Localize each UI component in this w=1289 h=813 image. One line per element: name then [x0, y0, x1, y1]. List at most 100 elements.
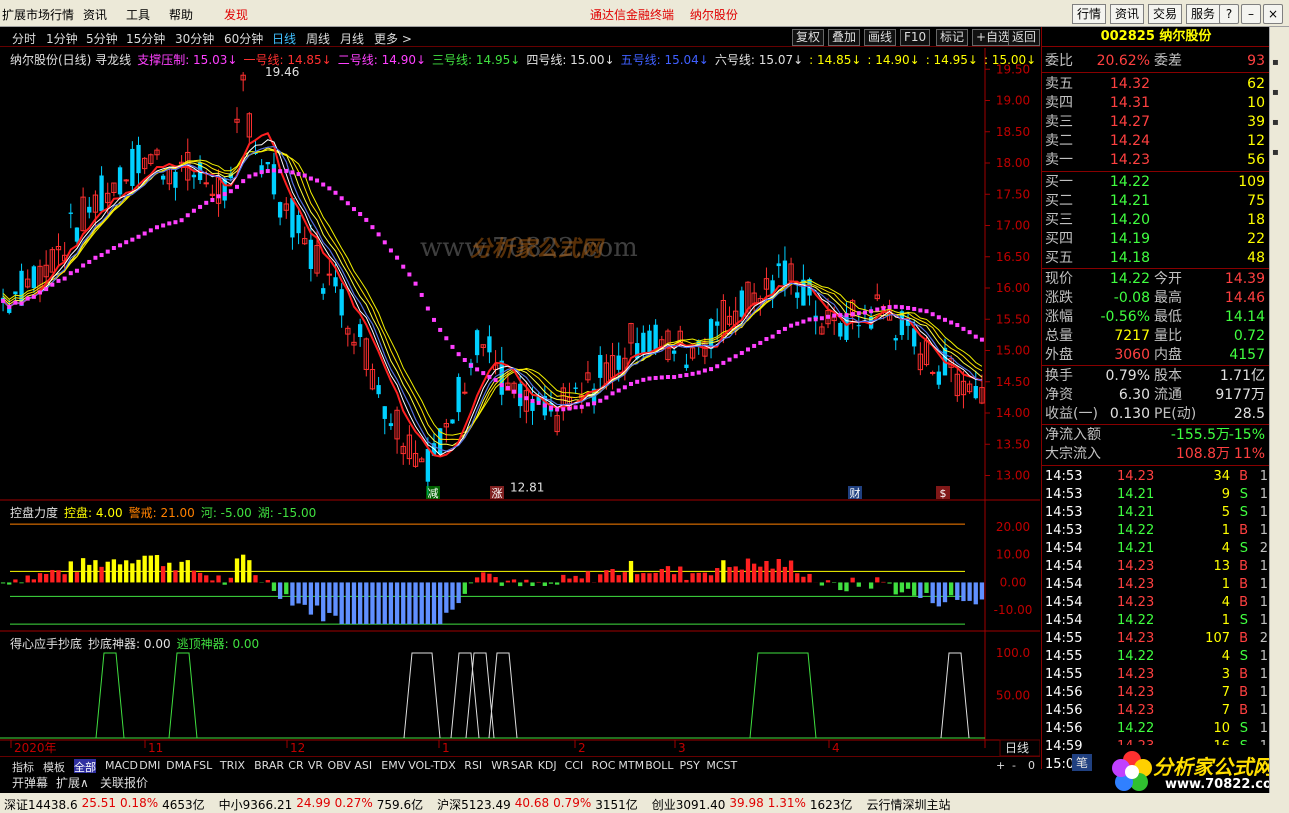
- sidebar-tab-icon[interactable]: ▪: [1272, 117, 1288, 128]
- indicator-tab[interactable]: EMV: [381, 759, 405, 772]
- support-dot: [672, 375, 677, 380]
- support-dot: [641, 377, 646, 382]
- sub1-bar: [13, 579, 18, 583]
- event-marker[interactable]: 涨: [492, 487, 503, 500]
- danmu-tab[interactable]: 开弹幕: [12, 774, 48, 791]
- indicator-tab[interactable]: CCI: [565, 759, 584, 772]
- indicator-tab[interactable]: SAR: [511, 759, 533, 772]
- support-dot: [68, 271, 73, 276]
- sub1-bar: [715, 568, 720, 583]
- indicator-tab[interactable]: BRAR: [254, 759, 284, 772]
- menu-help[interactable]: 帮助: [169, 6, 193, 23]
- sub1-bar: [899, 582, 905, 593]
- indicator-tab[interactable]: ASI: [354, 759, 372, 772]
- extend-tab[interactable]: 扩展∧: [56, 774, 89, 791]
- legend-entry: : 14.95↓: [925, 53, 978, 67]
- service-button[interactable]: 服务: [1186, 4, 1221, 24]
- period-monthly[interactable]: 月线: [340, 30, 364, 47]
- close-icon[interactable]: ×: [1263, 4, 1283, 24]
- help-icon[interactable]: ?: [1219, 4, 1239, 24]
- trade-button[interactable]: 交易: [1148, 4, 1183, 24]
- indicator-tab[interactable]: RSI: [464, 759, 482, 772]
- sub1-bar: [912, 582, 917, 596]
- candle-body: [598, 354, 603, 378]
- candle-body: [308, 239, 314, 269]
- sub1-bar: [241, 554, 246, 583]
- sub1-bar: [481, 572, 486, 583]
- period-timeshare[interactable]: 分时: [12, 30, 36, 47]
- x-axis-label: 2020年: [14, 741, 57, 755]
- minimize-icon[interactable]: –: [1241, 4, 1261, 24]
- candle-body: [382, 406, 387, 419]
- indicator-tab[interactable]: WR: [491, 759, 510, 772]
- candle-body: [838, 323, 843, 337]
- menu-tools[interactable]: 工具: [126, 6, 150, 23]
- support-dot: [370, 225, 375, 230]
- menu-discover[interactable]: 发现: [224, 6, 248, 23]
- indicator-tab[interactable]: VR: [308, 759, 323, 772]
- indicator-tab[interactable]: MACD: [105, 759, 138, 772]
- indicator-tab[interactable]: MTM: [618, 759, 644, 772]
- zoom-in-icon[interactable]: +: [996, 759, 1005, 772]
- period-15min[interactable]: 15分钟: [126, 30, 165, 47]
- event-marker[interactable]: 减: [428, 487, 439, 500]
- indicator-tab[interactable]: PSY: [680, 759, 700, 772]
- sub2-legend: 得心应手抄底 抄底神器: 0.00 逃顶神器: 0.00: [10, 635, 265, 652]
- sidebar-tab-icon[interactable]: ▪: [1272, 87, 1288, 98]
- related-quote-tab[interactable]: 关联报价: [100, 774, 148, 791]
- sub1-bar: [7, 582, 12, 585]
- support-dot: [13, 300, 18, 305]
- sub1-bar: [148, 555, 153, 583]
- sidebar-tab-icon[interactable]: ▪: [1272, 147, 1288, 158]
- back-button[interactable]: 返回: [1008, 29, 1040, 46]
- tick-row: 14:55 14.23 107 B 2: [1045, 631, 1268, 646]
- sub1-bar: [191, 570, 197, 583]
- candle-body: [357, 324, 363, 338]
- period-30min[interactable]: 30分钟: [175, 30, 214, 47]
- support-dot: [87, 259, 92, 264]
- indicator-tab[interactable]: ROC: [592, 759, 616, 772]
- indicator-tab[interactable]: MCST: [706, 759, 737, 772]
- stock-code-name: 002825 纳尔股份: [1042, 27, 1270, 47]
- indicator-tab[interactable]: DMA: [166, 759, 192, 772]
- zoom-out-icon[interactable]: -: [1012, 759, 1016, 772]
- period-5min[interactable]: 5分钟: [86, 30, 118, 47]
- period-more[interactable]: 更多 >: [374, 30, 412, 47]
- draw-button[interactable]: 画线: [864, 29, 897, 46]
- legend-entry: 逃顶神器: 0.00: [176, 637, 260, 651]
- indicator-tab[interactable]: CR: [288, 759, 303, 772]
- menu-market[interactable]: 扩展市场行情: [2, 6, 74, 23]
- sub1-bar: [136, 559, 141, 583]
- indicator-tab[interactable]: OBV: [328, 759, 351, 772]
- stroke-button[interactable]: 笔: [1072, 754, 1093, 771]
- overlay-button[interactable]: 叠加: [828, 29, 861, 46]
- support-dot: [702, 368, 707, 373]
- period-indicator[interactable]: 日线: [1005, 741, 1029, 755]
- restore-rights-button[interactable]: 复权: [792, 29, 825, 46]
- sidebar-tab-icon[interactable]: ▪: [1272, 57, 1288, 68]
- period-daily[interactable]: 日线: [272, 30, 296, 47]
- period-weekly[interactable]: 周线: [306, 30, 330, 47]
- mark-button[interactable]: 标记: [936, 29, 969, 46]
- indicator-tab[interactable]: VOL-TDX: [408, 759, 456, 772]
- menu-news[interactable]: 资讯: [83, 6, 107, 23]
- candle-body: [388, 423, 394, 427]
- period-1min[interactable]: 1分钟: [46, 30, 78, 47]
- chart-area[interactable]: 19.50 19.00 18.50 18.00 17.50 17.00 16.50 16.00…: [0, 48, 1040, 768]
- period-60min[interactable]: 60分钟: [224, 30, 263, 47]
- status-item: 1.31%: [767, 796, 806, 810]
- f10-button[interactable]: F10: [900, 29, 931, 46]
- indicator-tab[interactable]: DMI: [139, 759, 160, 772]
- y-tick-label: 18.50: [996, 125, 1030, 139]
- event-marker[interactable]: $: [940, 487, 947, 500]
- news-button[interactable]: 资讯: [1110, 4, 1145, 24]
- support-dot: [327, 186, 332, 191]
- event-marker[interactable]: 财: [850, 486, 861, 500]
- reset-icon[interactable]: 0: [1028, 759, 1035, 772]
- quote-button[interactable]: 行情: [1072, 4, 1107, 24]
- indicator-tab[interactable]: TRIX: [220, 759, 245, 772]
- indicator-tab[interactable]: FSL: [193, 759, 212, 772]
- candle-body: [893, 338, 898, 341]
- indicator-tab[interactable]: KDJ: [538, 759, 557, 772]
- indicator-tab[interactable]: BOLL: [645, 759, 673, 772]
